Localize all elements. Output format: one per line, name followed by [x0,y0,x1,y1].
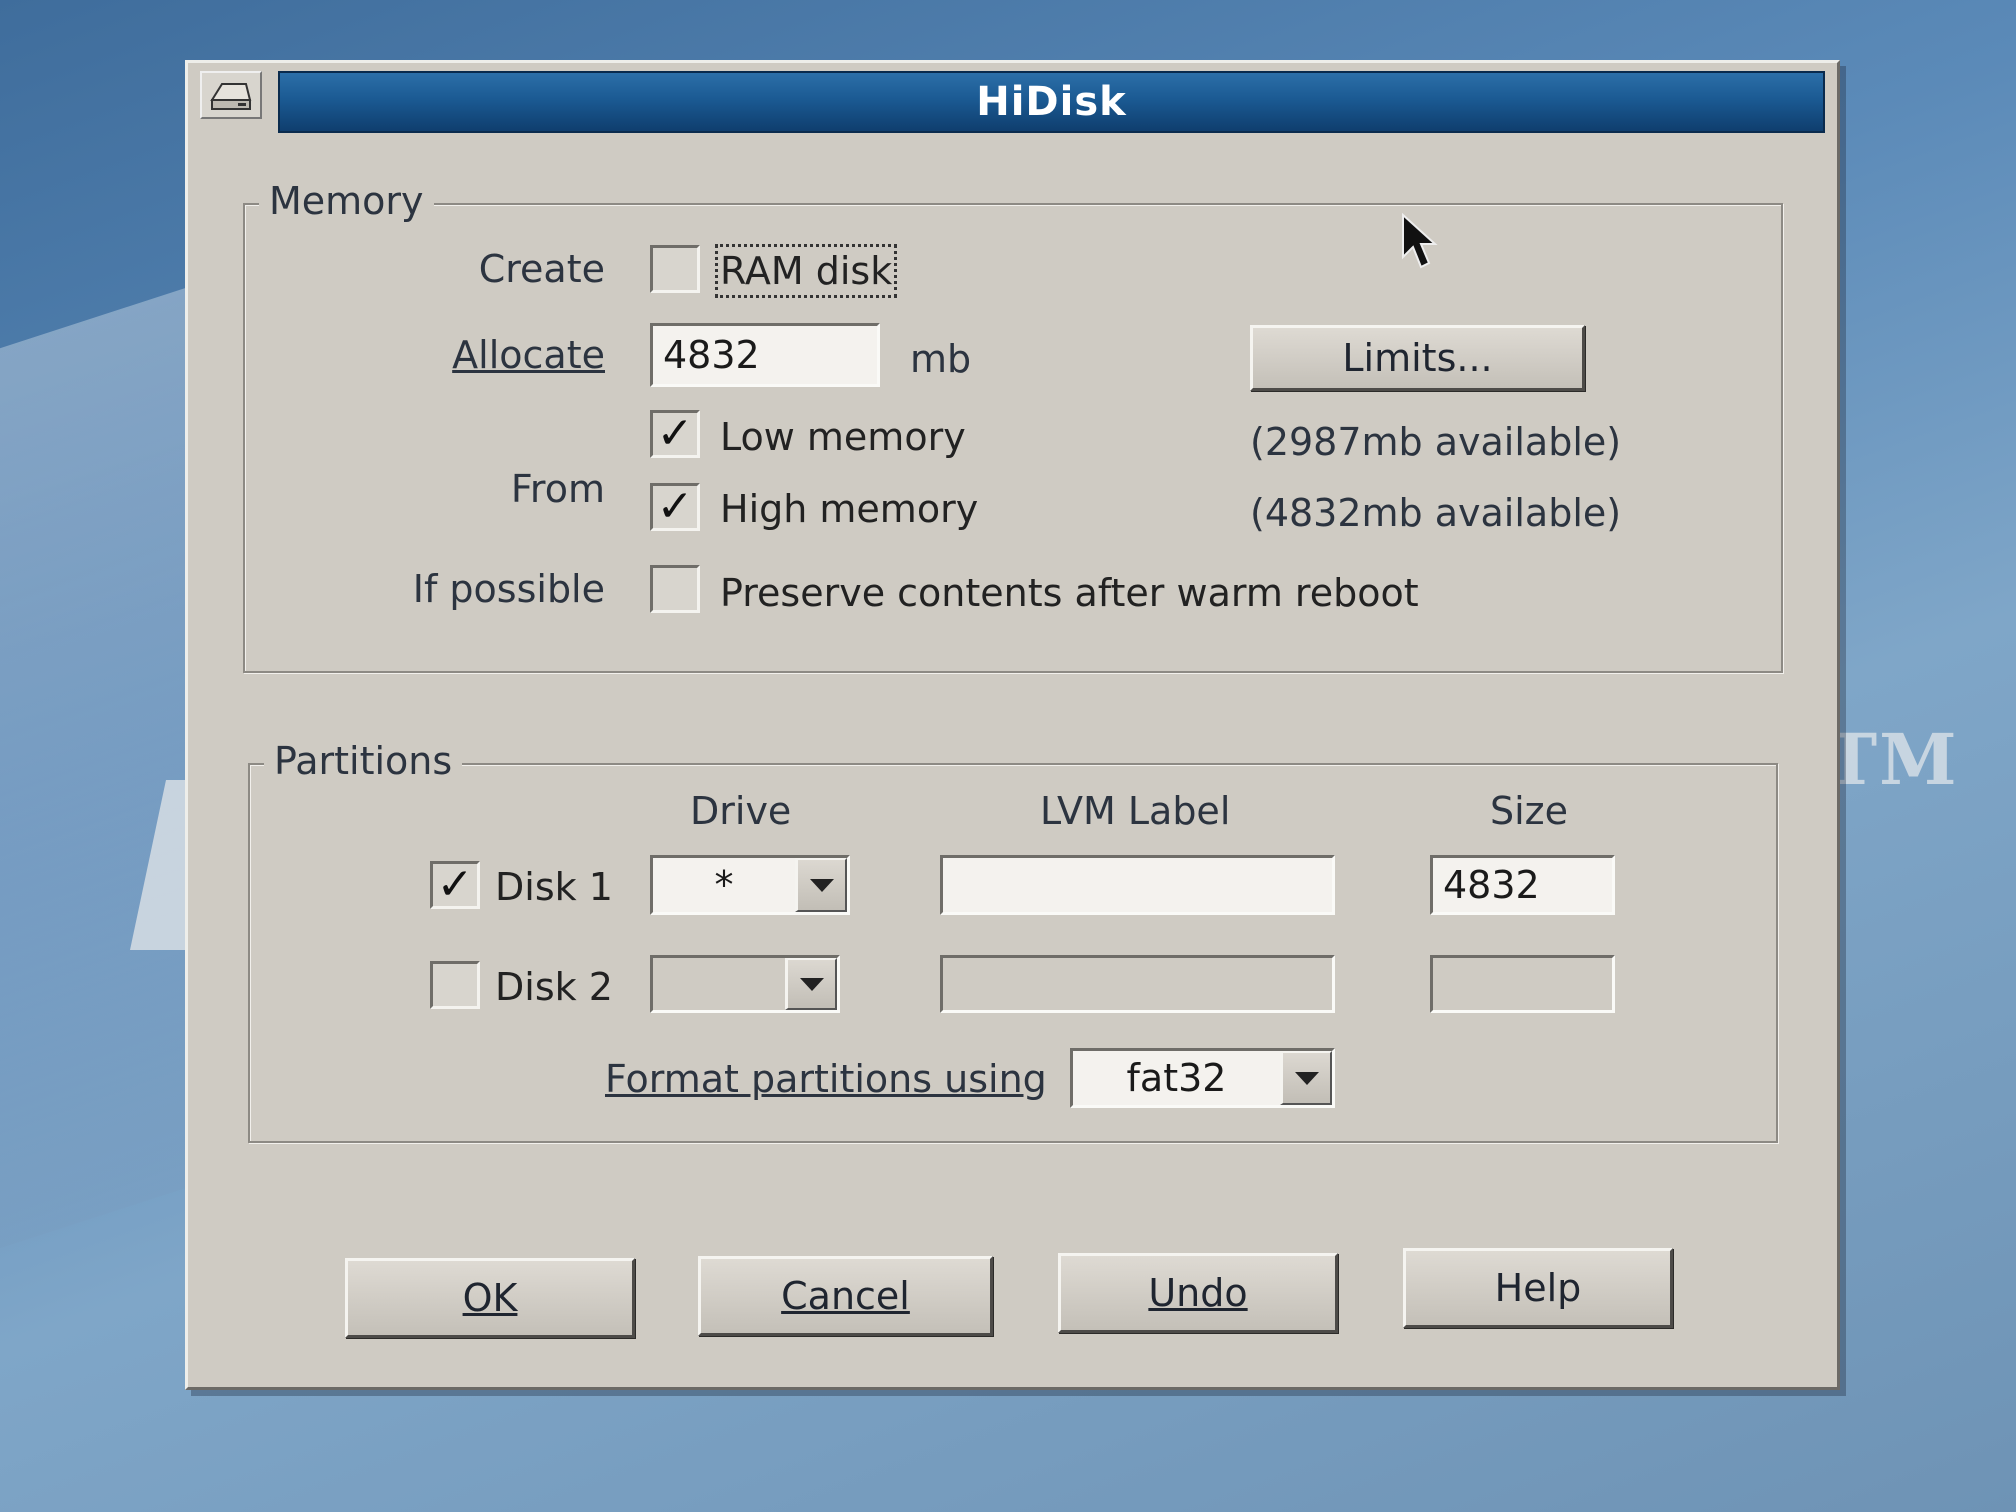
undo-label: Undo [1148,1271,1248,1315]
checkmark-icon: ✓ [656,408,694,459]
disk-2-drive-select[interactable] [650,955,840,1013]
disk-2-checkbox[interactable] [430,961,480,1009]
if-possible-label: If possible [412,567,605,611]
undo-button[interactable]: Undo [1058,1253,1338,1333]
from-label: From [510,467,605,511]
disk-2-size-input[interactable] [1430,955,1615,1013]
disk-1-drive-select[interactable]: * [650,855,850,915]
preserve-contents-label[interactable]: Preserve contents after warm reboot [720,571,1419,615]
allocate-input[interactable]: 4832 [650,323,880,387]
low-memory-available: (2987mb available) [1250,420,1622,464]
ok-button[interactable]: OK [345,1258,635,1338]
desktop-trademark-mark: TM [1825,718,1959,801]
disk-2-lvm-label-input[interactable] [940,955,1335,1013]
memory-legend: Memory [259,179,434,223]
mouse-cursor-icon [1402,213,1438,269]
drive-column-header: Drive [690,789,792,833]
low-memory-checkbox[interactable]: ✓ [650,410,700,458]
hidisk-dialog: HiDisk Memory Create RAM disk Allocate 4… [185,60,1840,1390]
disk-2-label[interactable]: Disk 2 [495,965,613,1009]
lvm-label-column-header: LVM Label [1040,789,1231,833]
partitions-legend: Partitions [264,739,463,783]
ok-label: OK [462,1276,518,1320]
size-column-header: Size [1490,789,1569,833]
disk-1-drive-value: * [714,863,734,907]
checkmark-icon: ✓ [436,859,474,910]
low-memory-label[interactable]: Low memory [720,415,966,459]
checkmark-icon: ✓ [656,481,694,532]
cancel-button[interactable]: Cancel [698,1256,993,1336]
disk-drive-icon[interactable] [200,71,262,119]
high-memory-available: (4832mb available) [1250,491,1622,535]
high-memory-checkbox[interactable]: ✓ [650,483,700,531]
cancel-label: Cancel [781,1274,910,1318]
allocate-unit: mb [910,337,972,381]
title-bar[interactable]: HiDisk [278,71,1825,133]
help-button[interactable]: Help [1403,1248,1673,1328]
chevron-down-icon[interactable] [795,858,847,912]
window-title: HiDisk [976,79,1127,125]
format-partitions-label: Format partitions using [605,1057,1047,1101]
format-partitions-text: Format partitions using [605,1057,1047,1101]
chevron-down-icon[interactable] [1280,1051,1332,1105]
limits-button[interactable]: Limits... [1250,325,1585,391]
disk-1-size-input[interactable]: 4832 [1430,855,1615,915]
format-select[interactable]: fat32 [1070,1048,1335,1108]
ram-disk-checkbox[interactable] [650,245,700,293]
preserve-contents-checkbox[interactable] [650,565,700,613]
disk-1-lvm-label-input[interactable] [940,855,1335,915]
disk-1-label[interactable]: Disk 1 [495,865,613,909]
allocate-label: Allocate [452,333,605,377]
disk-1-checkbox[interactable]: ✓ [430,861,480,909]
ram-disk-label[interactable]: RAM disk [714,244,898,298]
create-label: Create [478,247,605,291]
chevron-down-icon[interactable] [785,958,837,1010]
help-label: Help [1494,1266,1582,1310]
high-memory-label[interactable]: High memory [720,487,978,531]
format-value: fat32 [1126,1056,1227,1100]
partitions-group: Partitions Drive LVM Label Size ✓ Disk 1… [248,739,1778,1143]
memory-group: Memory Create RAM disk Allocate 4832 mb … [243,179,1783,673]
